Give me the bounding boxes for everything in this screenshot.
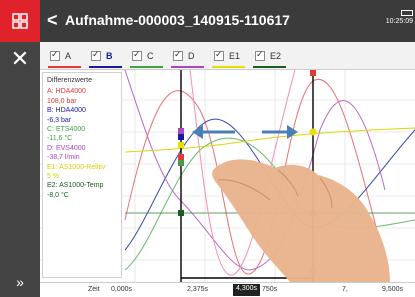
channel-checkbox[interactable] [132,49,142,61]
marker-right-a [310,70,316,76]
time-tick-end: 9,500s [382,286,404,293]
channel-checkbox[interactable] [255,49,265,61]
grid-icon [12,13,28,29]
legend-entry-value: -8,0 °C [47,191,69,199]
double-chevron-right-icon[interactable]: » [0,271,40,293]
legend-entry-value: 108,0 bar [47,97,77,105]
tab-channel-e2[interactable]: E2 [251,46,288,68]
status-area: 10:25:09 [383,10,413,25]
legend-entry-value: 5 % [47,173,60,181]
tab-color-indicator [212,65,245,68]
tab-label: E1 [229,50,241,61]
legend-entry-value: -38,7 l/min [47,154,80,162]
time-axis-label: Zeit [88,286,100,293]
legend-entry-name: E1: AS1000-Relitiv [47,163,106,171]
clock: 10:25:09 [385,18,413,25]
tab-color-indicator [171,65,204,68]
chevron-left-icon[interactable]: < [47,10,58,30]
tab-channel-d[interactable]: D [169,46,206,68]
page-title: Aufnahme-000003_140915-110617 [65,12,290,28]
legend-entry-value: -6,3 bar [47,116,72,124]
tab-channel-a[interactable]: A [46,46,83,68]
battery-icon [401,10,413,16]
time-tick-start: 0,000s [111,286,133,293]
time-tick-2: 750s [262,286,278,293]
left-sidebar: ✕ » [0,42,40,297]
menu-button[interactable] [0,0,40,42]
marker-left-c [178,160,184,166]
marker-left-e2 [178,210,184,216]
marker-left-e1 [178,142,184,148]
channel-checkbox[interactable] [50,49,60,61]
time-tick-1: 2,375s [187,286,209,293]
tab-label: E2 [270,50,282,61]
marker-left-b [178,134,184,140]
close-icon[interactable]: ✕ [0,42,40,76]
legend-title: Differenzwerte [47,77,93,84]
legend-entry-name: E2: AS1000-Temp [47,182,104,190]
tab-color-indicator [130,65,163,68]
time-axis: Zeit 0,000s 2,375s 4,300s 750s 7, 9,500s [40,282,415,297]
tab-label: C [147,50,154,61]
tab-channel-b[interactable]: B [87,46,124,68]
channel-checkbox[interactable] [214,49,224,61]
time-tick-3: 7, [342,286,348,293]
marker-left-a [178,154,184,160]
tab-channel-c[interactable]: C [128,46,165,68]
tab-color-indicator [48,65,81,68]
tab-color-indicator [253,65,286,68]
marker-right-e1 [309,128,317,136]
tab-channel-e1[interactable]: E1 [210,46,247,68]
top-bar: < Aufnahme-000003_140915-110617 10:25:09 [0,0,415,42]
legend-entry-name: B: HDA4000 [47,107,86,115]
cursor-time-readout: 4,300s [233,284,261,296]
tab-label: B [106,50,113,61]
channel-checkbox[interactable] [91,49,101,61]
legend-entry-name: C: ETS4000 [47,126,86,134]
tab-label: D [188,50,195,61]
channel-checkbox[interactable] [173,49,183,61]
legend-panel: Differenzwerte A: HDA4000 108,0 bar B: HDA… [42,72,122,278]
legend-entry-name: D: EVS4000 [47,144,86,152]
marker-left-d [178,128,184,134]
legend-entry-name: A: HDA4000 [47,88,86,96]
tab-label: A [65,50,72,61]
tab-color-indicator [89,65,122,68]
legend-entry-value: -11,6 °C [47,135,73,143]
channel-tabs: A B C D E1 E2 [40,42,415,70]
